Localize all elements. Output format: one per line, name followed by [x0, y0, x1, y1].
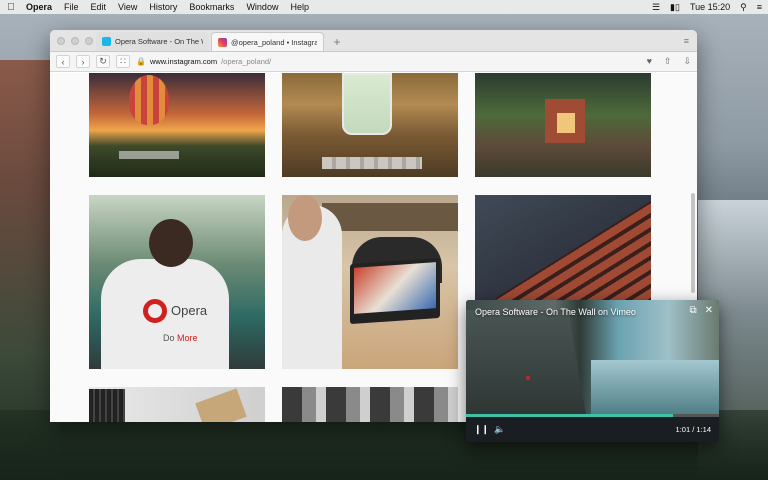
volume-icon[interactable]: 🔈: [494, 424, 505, 435]
bookmark-heart-icon[interactable]: ♥: [647, 56, 652, 67]
share-icon[interactable]: ⇧: [664, 56, 672, 67]
cliff-shape: [466, 310, 586, 415]
pause-icon[interactable]: ❙❙: [474, 424, 489, 435]
balloon-shape: [129, 75, 169, 125]
menu-view[interactable]: View: [118, 2, 137, 12]
laptop-screen-shape: [354, 262, 436, 314]
window-controls: [57, 37, 93, 45]
speed-dial-icon[interactable]: ∷: [116, 55, 130, 68]
photo-hot-air-balloon[interactable]: [89, 73, 265, 177]
tag-shape: [195, 388, 247, 422]
menu-file[interactable]: File: [64, 2, 79, 12]
photo-bw-portraits[interactable]: [282, 387, 458, 422]
hut-light-shape: [557, 113, 575, 133]
video-time: 1:01 / 1:14: [675, 425, 711, 434]
man-head-shape: [288, 195, 322, 241]
menu-history[interactable]: History: [149, 2, 177, 12]
tab-vimeo[interactable]: Opera Software - On The Wall: [96, 32, 209, 51]
download-icon[interactable]: ⇩: [683, 56, 691, 67]
fjord-shape: [591, 360, 719, 415]
menu-window[interactable]: Window: [246, 2, 278, 12]
shelf-shape: [322, 203, 458, 231]
notification-center-icon[interactable]: ≡: [757, 2, 762, 12]
shirt-slogan: Do More: [163, 333, 198, 343]
wifi-icon[interactable]: ☰: [652, 2, 660, 13]
minimize-window-button[interactable]: [71, 37, 79, 45]
menubar-clock[interactable]: Tue 15:20: [690, 2, 730, 12]
menubar:  Opera File Edit View History Bookmarks…: [0, 0, 768, 14]
opera-logo-icon: [143, 299, 167, 323]
climber-shape: [526, 376, 530, 380]
return-to-tab-icon[interactable]: ⧉: [689, 305, 696, 316]
video-controls: ❙❙ 🔈 1:01 / 1:14: [466, 417, 719, 442]
menu-app[interactable]: Opera: [26, 2, 52, 12]
cups-shape: [322, 157, 422, 169]
video-window-buttons: ⧉ ✕: [689, 305, 713, 316]
tab-title: Opera Software - On The Wall: [115, 37, 203, 46]
photo-lemonade-jar[interactable]: [282, 73, 458, 177]
photo-man-with-laptop[interactable]: [282, 195, 458, 369]
new-tab-button[interactable]: +: [328, 32, 346, 51]
back-button[interactable]: ‹: [56, 55, 70, 68]
tent-shape: [119, 151, 179, 159]
apple-menu-icon[interactable]: : [6, 2, 16, 13]
photo-opera-team-shirt[interactable]: Opera Do More: [89, 195, 265, 369]
close-window-button[interactable]: [57, 37, 65, 45]
keyboard-shape: [89, 389, 125, 422]
video-frame[interactable]: [466, 300, 719, 415]
tab-bar: Opera Software - On The Wall @opera_pola…: [50, 30, 697, 52]
page-scrollbar[interactable]: [691, 193, 695, 293]
address-bar: ‹ › ↻ ∷ 🔒 www.instagram.com/opera_poland…: [50, 52, 697, 72]
jar-shape: [342, 73, 392, 135]
tab-instagram[interactable]: @opera_poland • Instagram p: [211, 32, 324, 51]
url-field[interactable]: 🔒 www.instagram.com/opera_poland/: [136, 55, 641, 68]
instagram-favicon-icon: [218, 37, 227, 47]
video-title: Opera Software - On The Wall on Vimeo: [475, 307, 636, 317]
tab-menu-icon[interactable]: ≡: [684, 36, 689, 46]
video-popout-player: Opera Software - On The Wall on Vimeo ⧉ …: [466, 300, 719, 442]
battery-icon[interactable]: ▮▯: [670, 2, 680, 13]
lock-icon: 🔒: [136, 57, 146, 66]
url-path: /opera_poland/: [221, 57, 272, 66]
photo-desk-keyboard[interactable]: [89, 387, 265, 422]
shirt-brand-text: Opera: [171, 303, 208, 318]
reload-button[interactable]: ↻: [96, 55, 110, 68]
menubar-status-area: ☰ ▮▯ Tue 15:20 ⚲ ≡: [652, 2, 762, 13]
vimeo-favicon-icon: [102, 37, 111, 46]
menu-edit[interactable]: Edit: [91, 2, 107, 12]
url-host: www.instagram.com: [149, 57, 218, 66]
tab-title: @opera_poland • Instagram p: [231, 37, 317, 47]
zoom-window-button[interactable]: [85, 37, 93, 45]
menu-bookmarks[interactable]: Bookmarks: [189, 2, 234, 12]
close-icon[interactable]: ✕: [705, 305, 713, 316]
menu-help[interactable]: Help: [290, 2, 309, 12]
forward-button[interactable]: ›: [76, 55, 90, 68]
address-bar-actions: ♥ ⇧ ⇩: [647, 56, 691, 67]
head-shape: [149, 219, 193, 267]
photo-garden-hut[interactable]: [475, 73, 651, 177]
spotlight-search-icon[interactable]: ⚲: [740, 2, 747, 13]
